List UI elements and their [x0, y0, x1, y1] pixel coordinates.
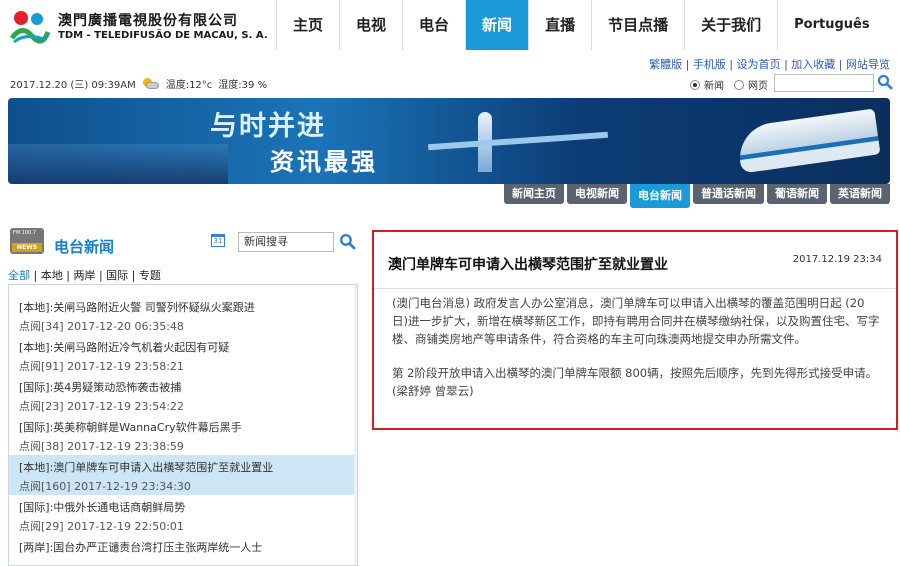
- article-date: 2017.12.19 23:34: [792, 254, 882, 265]
- brand-name-cn[interactable]: 澳門廣播電視股份有限公司: [58, 10, 238, 30]
- news-subtabs: 新闻主页 电视新闻 电台新闻 普通话新闻 葡语新闻 英语新闻: [504, 184, 890, 208]
- nav-on-demand[interactable]: 节目点播: [591, 0, 684, 50]
- main-nav: 主页 电视 电台 新闻 直播 节目点播 关于我们 Português: [276, 0, 886, 50]
- separator: |: [685, 58, 690, 71]
- radio-news[interactable]: [690, 79, 700, 90]
- news-search-input[interactable]: 新闻搜寻: [238, 232, 334, 252]
- separator: |: [729, 58, 734, 71]
- list-item[interactable]: [本地]:关闸马路附近冷气机着火起因有可疑 点阅[91] 2017-12-19 …: [9, 335, 357, 375]
- tab-portuguese-news[interactable]: 葡语新闻: [767, 184, 827, 204]
- tab-english-news[interactable]: 英语新闻: [830, 184, 890, 204]
- category-filter: 全部 | 本地 | 两岸 | 国际 | 专题: [8, 269, 161, 282]
- search-icon[interactable]: [339, 233, 356, 250]
- utility-links: 繁體版 | 手机版 | 设为首页 | 加入收藏 | 网站导览: [649, 56, 890, 72]
- list-item-meta: 点阅[160] 2017-12-19 23:34:30: [19, 480, 191, 493]
- category-local[interactable]: 本地: [41, 269, 63, 282]
- tab-radio-news[interactable]: 电台新闻: [630, 184, 690, 208]
- city-skyline-graphic: [8, 144, 228, 184]
- tab-tv-news[interactable]: 电视新闻: [567, 184, 627, 204]
- radio-web[interactable]: [734, 79, 744, 90]
- search-icon[interactable]: [877, 74, 893, 90]
- section-title: 电台新闻: [54, 238, 115, 256]
- link-mobile[interactable]: 手机版: [693, 58, 726, 71]
- separator: |: [838, 58, 843, 71]
- list-item-meta: 点阅[23] 2017-12-19 23:54:22: [19, 400, 184, 413]
- logo-news-text: NEWS: [12, 243, 42, 252]
- article-title: 澳门单牌车可申请入出横琴范围扩至就业置业: [388, 257, 668, 273]
- category-international[interactable]: 国际: [106, 269, 128, 282]
- list-item-title[interactable]: [本地]:关闸马路附近冷气机着火起因有可疑: [19, 339, 349, 355]
- banner-slogan-1: 与时并进: [210, 111, 326, 142]
- humidity: 湿度:39 %: [218, 80, 268, 91]
- logo-fm-text: FM 100.7: [13, 230, 37, 236]
- link-set-homepage[interactable]: 设为首页: [737, 58, 781, 71]
- nav-about[interactable]: 关于我们: [684, 0, 777, 50]
- list-item[interactable]: [两岸]:国台办严正谴责台湾打压主张两岸统一人士: [9, 535, 357, 565]
- temperature: 温度:12°c: [165, 80, 213, 91]
- list-scrollbar[interactable]: [354, 285, 357, 565]
- nav-radio[interactable]: 电台: [402, 0, 465, 50]
- list-item-title[interactable]: [本地]:澳门单牌车可申请入出横琴范围扩至就业置业: [19, 459, 349, 475]
- radio-web-label: 网页: [748, 81, 768, 92]
- radio-news-label: 新闻: [704, 81, 724, 92]
- list-item-meta: 点阅[91] 2017-12-19 23:58:21: [19, 360, 184, 373]
- article-body: (澳门电台消息) 政府发言人办公室消息，澳门单牌车可以申请入出横琴的覆盖范围明日…: [392, 294, 880, 416]
- article-panel: 澳门单牌车可申请入出横琴范围扩至就业置业 2017.12.19 23:34 (澳…: [372, 230, 898, 430]
- article-paragraph: (澳门电台消息) 政府发言人办公室消息，澳门单牌车可以申请入出横琴的覆盖范围明日…: [392, 296, 880, 346]
- nav-home[interactable]: 主页: [276, 0, 339, 50]
- list-item-title[interactable]: [国际]:英美称朝鲜是WannaCry软件幕后黑手: [19, 419, 349, 435]
- list-item[interactable]: [国际]:中俄外长通电话商朝鲜局势 点阅[29] 2017-12-19 22:5…: [9, 495, 357, 535]
- news-banner: 与时并进 资讯最强: [8, 98, 890, 184]
- search-scope: 新闻 网页: [690, 77, 768, 92]
- link-add-favorite[interactable]: 加入收藏: [791, 58, 835, 71]
- nav-portuguese[interactable]: Português: [777, 0, 885, 50]
- list-item-title[interactable]: [本地]:关闸马路附近火警 司警列怀疑纵火案跟进: [19, 299, 349, 315]
- calendar-icon[interactable]: 31: [211, 234, 225, 247]
- partly-cloudy-icon: [142, 77, 160, 90]
- list-item[interactable]: [9, 285, 357, 295]
- list-item-meta: 点阅[38] 2017-12-19 23:38:59: [19, 440, 184, 453]
- site-header: 澳門廣播電視股份有限公司 TDM - TELEDIFUSÃO DE MACAU,…: [0, 0, 900, 50]
- list-item[interactable]: [本地]:关闸马路附近火警 司警列怀疑纵火案跟进 点阅[34] 2017-12-…: [9, 295, 357, 335]
- article-paragraph: 第 2阶段开放申请入出横琴的澳门单牌车限额 800辆，按照先后顺序，先到先得形式…: [392, 366, 878, 398]
- list-item-title[interactable]: [两岸]:国台办严正谴责台湾打压主张两岸统一人士: [19, 539, 349, 555]
- nav-live[interactable]: 直播: [528, 0, 591, 50]
- category-special[interactable]: 专题: [139, 269, 161, 282]
- list-item-selected[interactable]: [本地]:澳门单牌车可申请入出横琴范围扩至就业置业 点阅[160] 2017-1…: [9, 455, 357, 495]
- news-list[interactable]: [本地]:关闸马路附近火警 司警列怀疑纵火案跟进 点阅[34] 2017-12-…: [8, 284, 358, 566]
- category-all[interactable]: 全部: [8, 269, 30, 282]
- banner-slogan-2: 资讯最强: [270, 148, 378, 176]
- list-item-title[interactable]: [国际]:英4男疑策动恐怖袭击被捕: [19, 379, 349, 395]
- category-cross-strait[interactable]: 两岸: [73, 269, 95, 282]
- list-item[interactable]: [国际]:英4男疑策动恐怖袭击被捕 点阅[23] 2017-12-19 23:5…: [9, 375, 357, 415]
- tdm-logo-icon[interactable]: [10, 8, 50, 44]
- separator: |: [784, 58, 788, 71]
- train-graphic: [735, 108, 881, 174]
- nav-news[interactable]: 新闻: [465, 0, 529, 50]
- link-traditional[interactable]: 繁體版: [649, 58, 682, 71]
- tab-news-home[interactable]: 新闻主页: [504, 184, 564, 204]
- bridge-graphic: [428, 131, 608, 151]
- nav-tv[interactable]: 电视: [339, 0, 402, 50]
- link-sitemap[interactable]: 网站导览: [846, 58, 890, 71]
- brand-name-pt[interactable]: TDM - TELEDIFUSÃO DE MACAU, S. A.: [58, 30, 268, 41]
- site-search-input[interactable]: [774, 74, 874, 92]
- radio-news-logo: FM 100.7 NEWS: [10, 228, 44, 254]
- tab-mandarin-news[interactable]: 普通话新闻: [693, 184, 764, 204]
- list-item[interactable]: [国际]:英美称朝鲜是WannaCry软件幕后黑手 点阅[38] 2017-12…: [9, 415, 357, 455]
- list-item-title[interactable]: [国际]:中俄外长通电话商朝鲜局势: [19, 499, 349, 515]
- date-weather-bar: 2017.12.20 (三) 09:39AM 温度:12°c 湿度:39 %: [10, 76, 267, 91]
- divider: [374, 288, 896, 289]
- list-item-meta: 点阅[34] 2017-12-20 06:35:48: [19, 320, 184, 333]
- list-item-meta: 点阅[29] 2017-12-19 22:50:01: [19, 520, 184, 533]
- current-date: 2017.12.20 (三) 09:39AM: [10, 80, 136, 91]
